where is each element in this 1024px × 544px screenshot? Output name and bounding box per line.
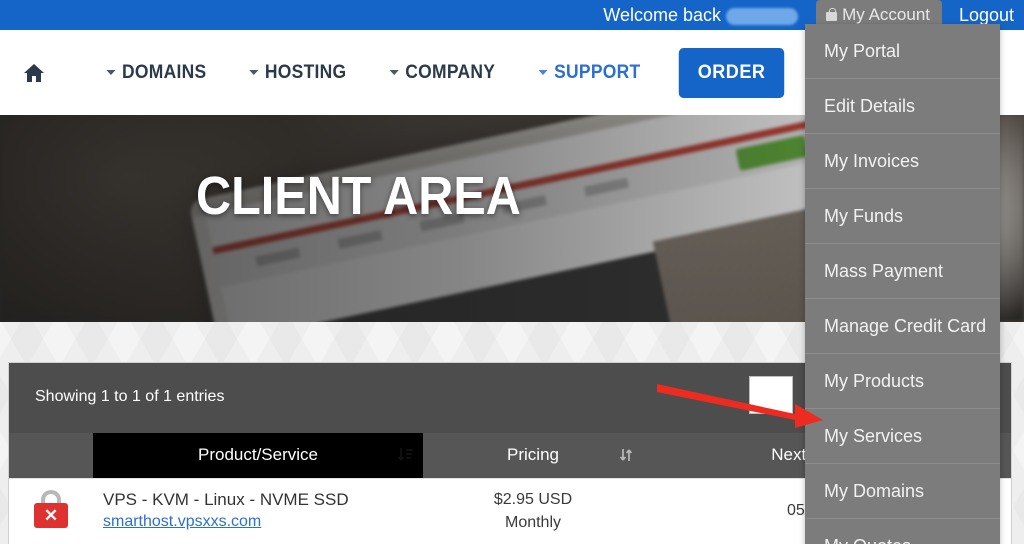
menu-item-my-services[interactable]: My Services: [805, 409, 1000, 464]
nav-item-support-label: SUPPORT: [553, 61, 641, 83]
nav-item-hosting-label: HOSTING: [264, 61, 347, 83]
nav-items-row: DOMAINS HOSTING COMPANY SUPPORT ORDER: [0, 30, 810, 115]
menu-item-my-invoices[interactable]: My Invoices: [805, 134, 1000, 189]
nav-item-hosting[interactable]: HOSTING: [234, 62, 362, 84]
sort-both-icon: [617, 446, 635, 464]
chevron-down-icon: [106, 70, 116, 75]
page-root: Welcome back My Account Logout DOMAINS H…: [0, 0, 1024, 544]
page-title: CLIENT AREA: [196, 166, 521, 226]
nav-item-company-label: COMPANY: [405, 61, 496, 83]
chevron-down-icon: [538, 70, 548, 75]
menu-item-my-domains[interactable]: My Domains: [805, 464, 1000, 519]
sort-ascending-icon: [397, 446, 415, 464]
order-button[interactable]: ORDER: [678, 47, 784, 98]
menu-item-edit-details[interactable]: Edit Details: [805, 79, 1000, 134]
row-product-name: VPS - KVM - Linux - NVME SSD: [103, 490, 349, 510]
menu-item-my-quotes[interactable]: My Quotes: [805, 519, 1000, 544]
my-account-label: My Account: [842, 5, 930, 24]
column-header-product-service-label: Product/Service: [198, 445, 318, 465]
welcome-label: Welcome back: [603, 5, 721, 25]
menu-item-mass-payment[interactable]: Mass Payment: [805, 244, 1000, 299]
lock-x-glyph: ✕: [34, 502, 68, 528]
row-domain-link[interactable]: smarthost.vpsxxs.com: [103, 513, 261, 530]
menu-item-my-products[interactable]: My Products: [805, 354, 1000, 409]
column-header-pricing-label: Pricing: [507, 445, 559, 465]
redacted-username: [726, 7, 798, 25]
row-pricing-cell: $2.95 USD Monthly: [423, 477, 643, 544]
column-header-product-service[interactable]: Product/Service: [93, 433, 423, 478]
lock-icon: [826, 8, 838, 21]
nav-item-support[interactable]: SUPPORT: [522, 62, 655, 84]
chevron-down-icon: [249, 70, 259, 75]
my-account-dropdown-menu: My Portal Edit Details My Invoices My Fu…: [805, 24, 1000, 544]
annotation-arrow-icon: [657, 384, 823, 428]
column-header-status: [9, 433, 93, 478]
row-product-cell: VPS - KVM - Linux - NVME SSD smarthost.v…: [93, 477, 423, 544]
row-billing-cycle: Monthly: [504, 514, 562, 532]
menu-item-manage-credit-card[interactable]: Manage Credit Card: [805, 299, 1000, 354]
home-icon[interactable]: [23, 63, 45, 83]
column-header-pricing[interactable]: Pricing: [423, 433, 643, 478]
row-price: $2.95 USD: [493, 491, 573, 509]
row-status-cell: ✕: [9, 477, 93, 544]
welcome-message: Welcome back: [603, 3, 798, 27]
lock-closed-red-icon: ✕: [32, 489, 70, 528]
nav-item-domains[interactable]: DOMAINS: [91, 62, 222, 84]
menu-item-my-funds[interactable]: My Funds: [805, 189, 1000, 244]
nav-item-company[interactable]: COMPANY: [374, 62, 511, 84]
chevron-down-icon: [389, 70, 399, 75]
menu-item-my-portal[interactable]: My Portal: [805, 24, 1000, 79]
entries-count-label: Showing 1 to 1 of 1 entries: [35, 388, 225, 405]
nav-item-domains-label: DOMAINS: [122, 61, 207, 83]
